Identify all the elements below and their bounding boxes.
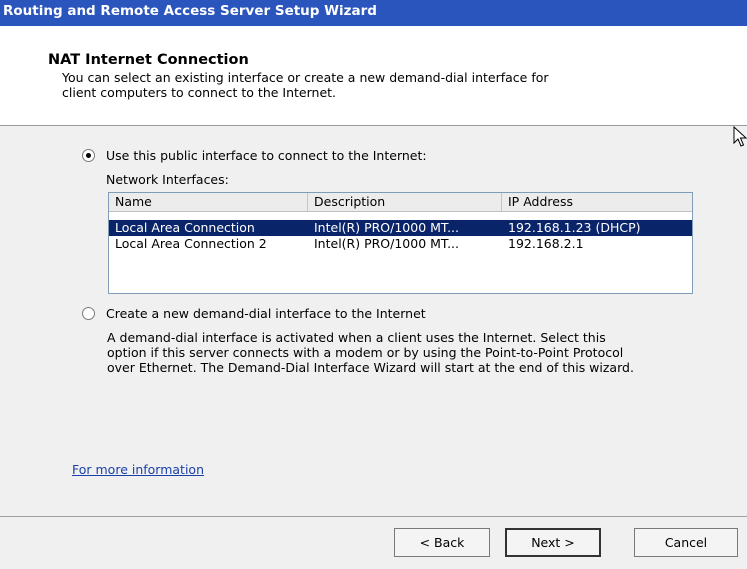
demand-dial-description: A demand-dial interface is activated whe… bbox=[107, 330, 707, 375]
description-line-2: option if this server connects with a mo… bbox=[107, 345, 624, 360]
demand-dial-radio[interactable] bbox=[82, 307, 95, 320]
window-titlebar[interactable]: Routing and Remote Access Server Setup W… bbox=[0, 0, 747, 26]
column-header-description[interactable]: Description bbox=[308, 193, 502, 211]
page-title: NAT Internet Connection bbox=[48, 52, 249, 68]
back-button[interactable]: < Back bbox=[394, 528, 490, 557]
wizard-footer: < Back Next > Cancel bbox=[0, 517, 747, 569]
next-button[interactable]: Next > bbox=[505, 528, 601, 557]
row-ip-address: 192.168.1.23 (DHCP) bbox=[508, 220, 641, 235]
description-line-1: A demand-dial interface is activated whe… bbox=[107, 330, 606, 345]
table-row[interactable]: Local Area Connection 2 Intel(R) PRO/100… bbox=[109, 236, 692, 252]
public-interface-label[interactable]: Use this public interface to connect to … bbox=[106, 148, 427, 163]
subtitle-line-2: client computers to connect to the Inter… bbox=[62, 85, 337, 100]
row-ip-address: 192.168.2.1 bbox=[508, 236, 584, 251]
column-header-name[interactable]: Name bbox=[109, 193, 308, 211]
page-subtitle: You can select an existing interface or … bbox=[62, 70, 682, 100]
more-information-link[interactable]: For more information bbox=[72, 462, 204, 477]
row-name: Local Area Connection 2 bbox=[115, 236, 267, 251]
mouse-pointer-icon bbox=[733, 125, 747, 152]
column-header-ip-address[interactable]: IP Address bbox=[502, 193, 692, 211]
network-interfaces-label: Network Interfaces: bbox=[106, 172, 229, 187]
subtitle-line-1: You can select an existing interface or … bbox=[62, 70, 549, 85]
description-line-3: over Ethernet. The Demand-Dial Interface… bbox=[107, 360, 634, 375]
wizard-header: NAT Internet Connection You can select a… bbox=[0, 26, 747, 126]
table-row[interactable]: Local Area Connection Intel(R) PRO/1000 … bbox=[109, 220, 692, 236]
row-name: Local Area Connection bbox=[115, 220, 255, 235]
window-title: Routing and Remote Access Server Setup W… bbox=[3, 3, 377, 19]
cancel-button[interactable]: Cancel bbox=[634, 528, 738, 557]
list-header: Name Description IP Address bbox=[109, 193, 692, 212]
network-interfaces-list[interactable]: Name Description IP Address Local Area C… bbox=[108, 192, 693, 294]
demand-dial-label[interactable]: Create a new demand-dial interface to th… bbox=[106, 306, 426, 321]
public-interface-radio[interactable] bbox=[82, 149, 95, 162]
row-description: Intel(R) PRO/1000 MT... bbox=[314, 236, 460, 251]
row-description: Intel(R) PRO/1000 MT... bbox=[314, 220, 460, 235]
